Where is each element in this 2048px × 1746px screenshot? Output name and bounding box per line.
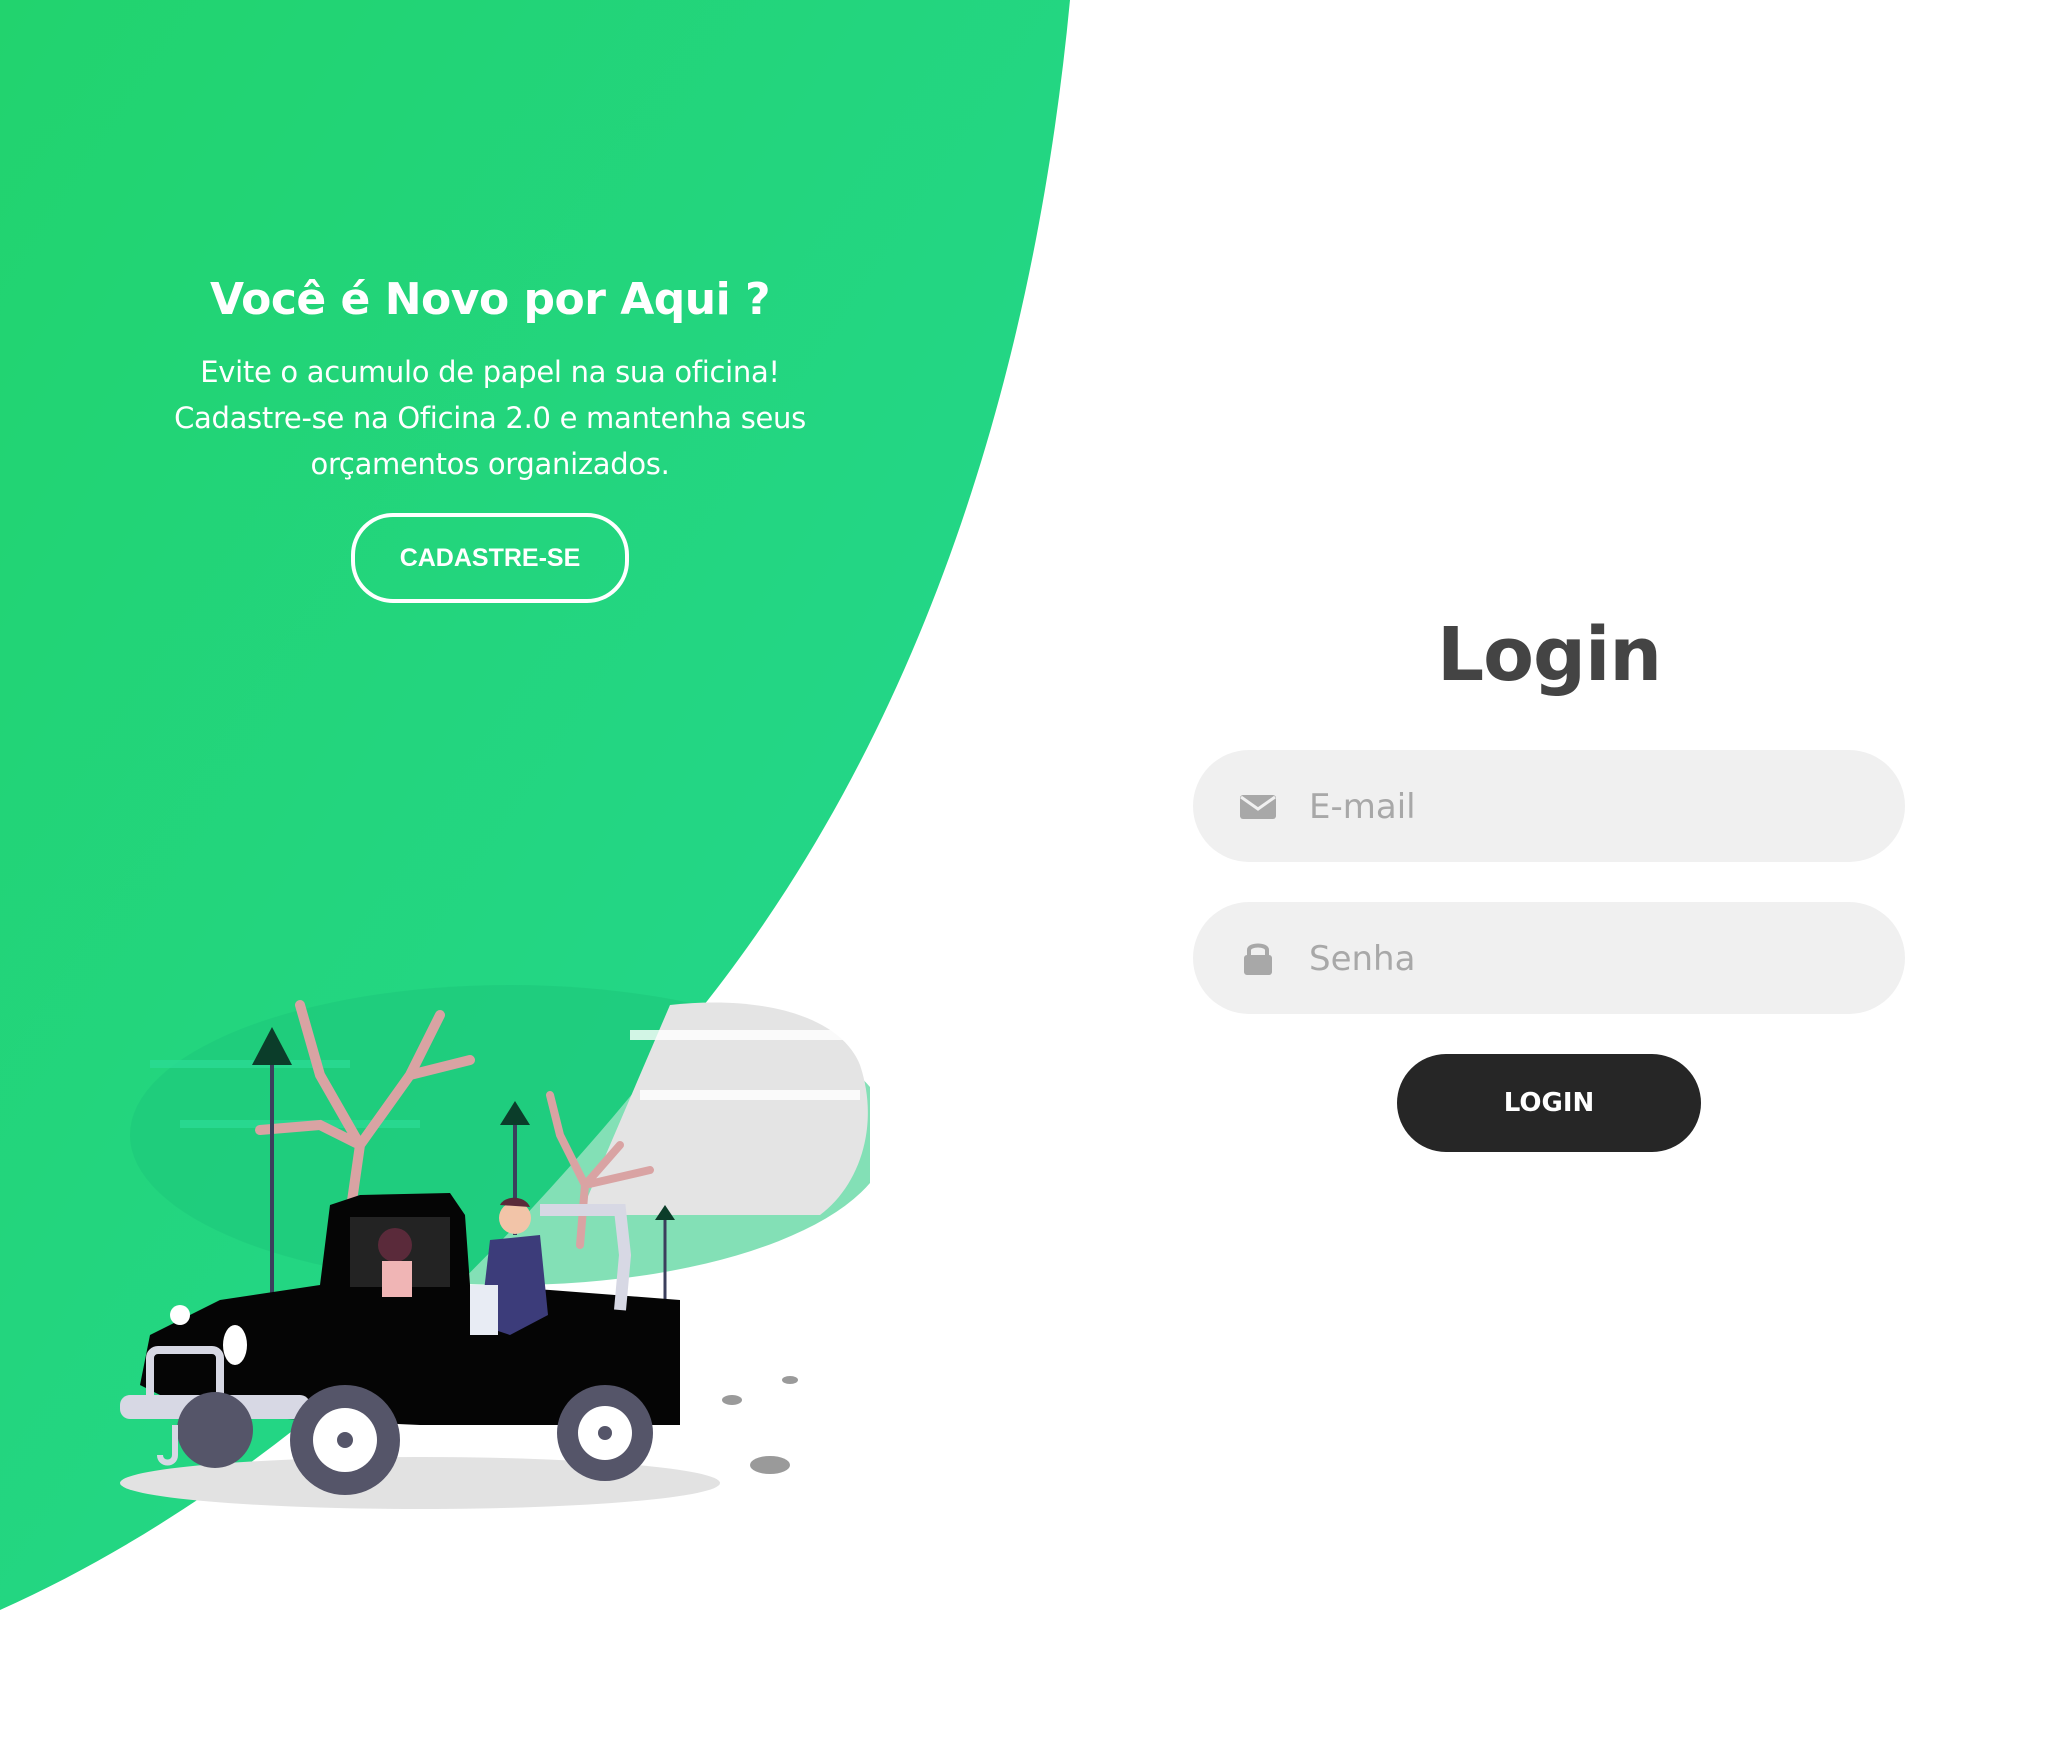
envelope-icon — [1240, 795, 1276, 819]
signup-button[interactable]: CADASTRE-SE — [351, 513, 629, 603]
welcome-description-line-1: Evite o acumulo de papel na sua oficina! — [200, 355, 780, 389]
welcome-title: Você é Novo por Aqui ? — [209, 274, 771, 325]
email-field[interactable] — [1193, 750, 1905, 864]
login-button[interactable]: LOGIN — [1397, 1054, 1701, 1152]
welcome-description-line-2: Cadastre-se na Oficina 2.0 e mantenha se… — [174, 401, 806, 435]
welcome-panel: Você é Novo por Aqui ? Evite o acumulo d… — [130, 265, 850, 603]
password-field[interactable] — [1193, 902, 1905, 1016]
login-panel: Login LOGIN — [1193, 600, 1905, 1152]
signin-signup-page: Você é Novo por Aqui ? Evite o acumulo d… — [0, 0, 2048, 1746]
email-input[interactable] — [1307, 750, 1871, 864]
couple-in-jeep-illustration — [120, 985, 870, 1509]
welcome-description: Evite o acumulo de papel na sua oficina!… — [130, 349, 850, 487]
welcome-description-line-3: orçamentos organizados. — [310, 447, 670, 481]
login-title: Login — [1436, 612, 1662, 698]
password-input[interactable] — [1307, 902, 1871, 1016]
lock-icon — [1244, 943, 1272, 975]
